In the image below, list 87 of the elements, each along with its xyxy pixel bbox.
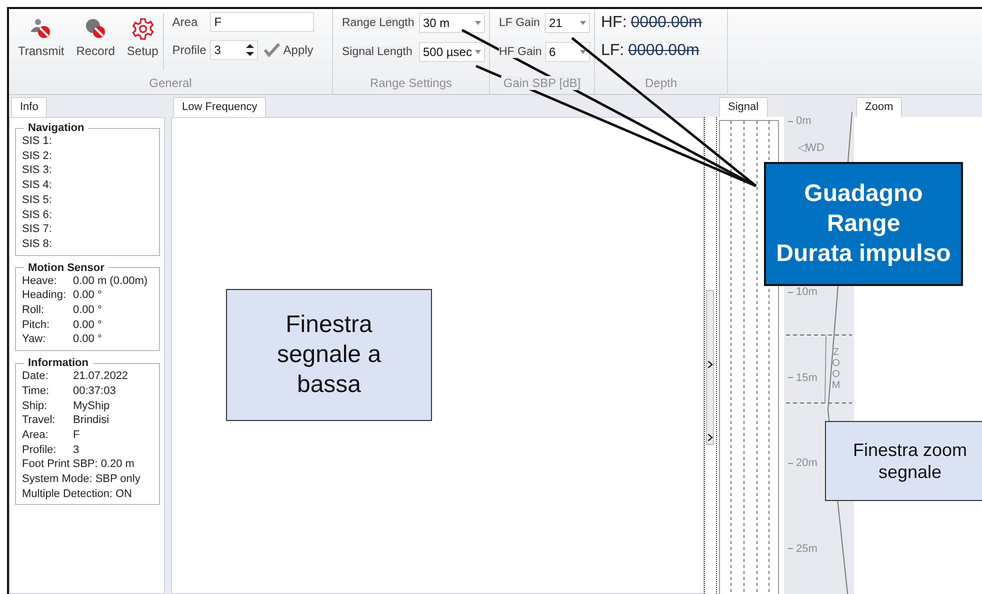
panel-tab[interactable]: Signal: [719, 97, 768, 117]
info-value: 0.00 °: [73, 332, 102, 348]
checkmark-icon: [264, 43, 280, 57]
section-title: Information: [27, 357, 90, 370]
info-value: 0.00 °: [73, 303, 102, 318]
info-value: SBP only: [95, 472, 140, 487]
panel-tab[interactable]: Info: [11, 97, 48, 117]
info-label: SIS 5:: [22, 192, 53, 208]
panel-tab[interactable]: Low Frequency: [173, 97, 266, 117]
info-label: SIS 3:: [22, 163, 53, 178]
depth-tick-label: 15m: [796, 372, 818, 384]
callout-box: Guadagno Range Durata impulso: [764, 162, 963, 286]
dropdown-arrow-icon: [580, 21, 586, 25]
info-value: 21.07.2022: [73, 369, 128, 384]
info-value: Brindisi: [73, 413, 110, 428]
info-label: Travel:: [22, 413, 56, 428]
info-label: SIS 4:: [22, 178, 53, 193]
section-title: Motion Sensor: [27, 262, 106, 274]
panel-tab[interactable]: Zoom: [856, 97, 902, 117]
lf-gain-dropdown[interactable]: 21: [545, 13, 590, 33]
callout-box: Finestra segnale a bassa: [226, 289, 432, 421]
callout-box: Finestra zoom segnale: [825, 421, 982, 501]
info-label: Area:: [22, 428, 50, 443]
info-label: Date:: [22, 369, 50, 384]
depth-tick-label: 10m: [796, 286, 818, 298]
info-value: F: [73, 428, 80, 443]
info-label: SIS 1:: [22, 134, 53, 149]
field-label: HF Gain: [499, 46, 542, 58]
info-label: System Mode:: [22, 472, 92, 487]
info-label: Heave:: [22, 274, 58, 288]
gear-icon: [132, 18, 154, 40]
water-depth-marker: ◁WD: [798, 141, 824, 154]
group-label: General: [148, 75, 193, 92]
info-label: Time:: [22, 384, 50, 399]
record-off-icon: [84, 18, 108, 40]
section-title: Navigation: [27, 122, 86, 134]
signal-length-dropdown[interactable]: 500 µsec: [419, 42, 485, 62]
toolbar-button[interactable]: Record: [71, 15, 120, 70]
hf-gain-dropdown[interactable]: 6: [545, 42, 590, 62]
depth-value: 0000.00m: [628, 42, 700, 60]
info-value: ON: [116, 486, 132, 502]
spin-arrows-icon: [246, 43, 254, 57]
info-value: 0.20 m: [100, 457, 134, 472]
toolbar-button[interactable]: Transmit: [13, 15, 70, 70]
zoom-label: ZOOM: [831, 347, 841, 391]
info-value: 3: [73, 442, 80, 458]
dropdown-arrow-icon: [580, 50, 586, 54]
collapse-handle[interactable]: [706, 290, 714, 445]
info-value: 00:37:03: [73, 384, 116, 399]
depth-tick-label: 20m: [796, 457, 818, 469]
field-label: Range Length: [342, 17, 414, 29]
depth-value: 0000.00m: [630, 14, 702, 32]
field-label: Profile: [172, 43, 208, 57]
info-value: 0.00 °: [73, 318, 102, 332]
info-label: SIS 8:: [22, 236, 53, 252]
dropdown-arrow-icon: [475, 50, 481, 54]
area-field[interactable]: F: [210, 12, 314, 32]
group-label: Depth: [644, 75, 678, 92]
zoom-range-drawing: [784, 334, 854, 406]
info-value: MyShip: [73, 398, 110, 414]
info-label: SIS 7:: [22, 222, 53, 237]
info-label: Foot Print SBP:: [22, 457, 98, 472]
info-label: Multiple Detection:: [22, 486, 112, 502]
depth-label: HF:: [601, 14, 627, 32]
toolbar-button[interactable]: Setup: [122, 15, 164, 70]
info-label: Roll:: [22, 303, 46, 318]
field-label: Signal Length: [342, 46, 412, 58]
group-label: Range Settings: [368, 75, 454, 92]
apply-button[interactable]: Apply: [264, 43, 314, 57]
info-label: Profile:: [22, 442, 58, 458]
info-value: 0.00 m (0.00m): [73, 274, 148, 288]
depth-tick-label: 25m: [796, 542, 818, 554]
group-label: Gain SBP [dB]: [501, 76, 583, 90]
info-label: Heading:: [22, 288, 68, 304]
info-label: Ship:: [22, 398, 48, 414]
profile-spinbox[interactable]: 3: [210, 40, 258, 60]
info-label: SIS 2:: [22, 148, 53, 164]
info-label: Pitch:: [22, 318, 51, 332]
depth-tick-label: 0m: [796, 115, 812, 127]
field-label: Area: [172, 15, 199, 29]
dropdown-arrow-icon: [475, 21, 481, 25]
info-label: Yaw:: [22, 332, 47, 348]
info-value: 0.00 °: [73, 288, 102, 304]
info-label: SIS 6:: [22, 208, 53, 222]
depth-label: LF:: [601, 42, 624, 60]
field-label: LF Gain: [499, 17, 540, 29]
range-length-dropdown[interactable]: 30 m: [419, 13, 485, 33]
